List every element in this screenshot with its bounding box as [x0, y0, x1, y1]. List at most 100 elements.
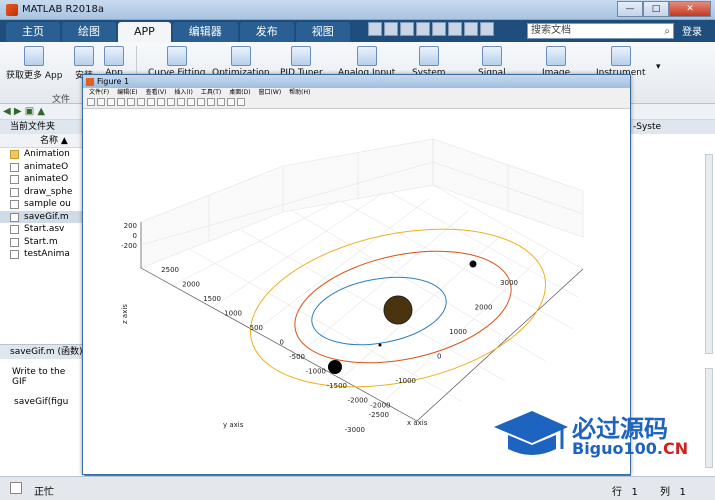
x-tick-label: 0	[437, 353, 441, 361]
copy-icon[interactable]	[400, 22, 414, 36]
file-name: animateO	[24, 174, 69, 184]
tab-plots[interactable]: 绘图	[62, 22, 116, 42]
print-icon[interactable]	[117, 98, 125, 106]
status-text: 正忙	[34, 487, 54, 498]
open-icon[interactable]	[97, 98, 105, 106]
signal-icon	[481, 46, 502, 66]
x-tick-label: -2000	[370, 402, 390, 410]
close-button[interactable]: ✕	[669, 1, 711, 17]
row-indicator: 行 1	[612, 483, 638, 498]
y-tick-label: -500	[289, 353, 305, 361]
tab-editor[interactable]: 编辑器	[172, 22, 238, 42]
figure-toolbar	[83, 97, 630, 109]
file-list-item[interactable]: animateO	[0, 173, 84, 186]
curve-fitting-icon	[166, 46, 187, 66]
vertical-scrollbar[interactable]	[705, 154, 713, 354]
data-cursor-icon[interactable]	[177, 98, 185, 106]
z-tick-label: 200	[124, 222, 137, 230]
x-tick-label: -1000	[396, 377, 416, 385]
new-figure-icon[interactable]	[87, 98, 95, 106]
watermark-english-prefix: Biguo100.	[572, 439, 663, 458]
menu-tools[interactable]: 工具(T)	[201, 88, 221, 97]
watermark-english-suffix: CN	[663, 439, 689, 458]
file-name: draw_sphe	[24, 186, 73, 197]
legend-icon[interactable]	[217, 98, 225, 106]
colorbar-icon[interactable]	[207, 98, 215, 106]
details-function[interactable]: saveGif(figu	[0, 395, 85, 409]
address-bar[interactable]	[631, 104, 715, 120]
search-placeholder: 搜索文档	[531, 25, 571, 36]
file-name: testAnima	[24, 249, 70, 259]
axes-box	[140, 138, 584, 269]
file-list-item[interactable]: Start.asv	[0, 223, 84, 236]
undo-icon[interactable]	[432, 22, 446, 36]
file-icon	[10, 237, 19, 247]
row-label: 行	[612, 487, 622, 498]
search-input[interactable]: 搜索文档 ⌕	[527, 23, 674, 39]
expand-gallery-button[interactable]: ▾	[656, 62, 661, 72]
status-indicator-icon	[10, 482, 22, 494]
link-icon[interactable]	[197, 98, 205, 106]
menu-file[interactable]: 文件(F)	[89, 88, 109, 97]
save-icon[interactable]	[368, 22, 382, 36]
menu-view[interactable]: 查看(V)	[146, 88, 167, 97]
y-tick-label: 2000	[182, 281, 200, 289]
name-column-header[interactable]: 名称 ▲	[0, 134, 84, 148]
planet-small	[378, 343, 382, 347]
dock-icon[interactable]	[237, 98, 245, 106]
switch-windows-icon[interactable]	[464, 22, 478, 36]
pan-icon[interactable]	[157, 98, 165, 106]
file-list-item[interactable]: testAnima	[0, 248, 84, 261]
x-tick-label: 1000	[449, 328, 467, 336]
cut-icon[interactable]	[384, 22, 398, 36]
navigation-toolbar[interactable]: ◀ ▶ ▣ ▲	[0, 104, 84, 120]
pid-icon	[291, 46, 312, 66]
y-tick-label: -2500	[369, 411, 389, 419]
file-list-item[interactable]: animateO	[0, 161, 84, 174]
hide-tools-icon[interactable]	[227, 98, 235, 106]
pointer-icon[interactable]	[127, 98, 135, 106]
login-link[interactable]: 登录	[682, 23, 702, 38]
file-list-item[interactable]: sample ou	[0, 198, 84, 211]
figure-menu-bar: 文件(F) 编辑(E) 查看(V) 插入(I) 工具(T) 桌面(D) 窗口(W…	[83, 88, 630, 97]
y-tick-label: -1500	[327, 382, 347, 390]
redo-icon[interactable]	[448, 22, 462, 36]
menu-desktop[interactable]: 桌面(D)	[229, 88, 250, 97]
optimization-icon	[230, 46, 251, 66]
zoom-out-icon[interactable]	[147, 98, 155, 106]
file-list-item[interactable]: Animation	[0, 148, 84, 161]
search-icon[interactable]: ⌕	[664, 25, 670, 39]
column-label: 列	[660, 487, 670, 498]
menu-insert[interactable]: 插入(I)	[174, 88, 192, 97]
save-figure-icon[interactable]	[107, 98, 115, 106]
status-bar: 正忙 行 1 列 1	[0, 476, 715, 500]
file-list-item[interactable]: saveGif.m	[0, 210, 84, 223]
paste-icon[interactable]	[416, 22, 430, 36]
tab-publish[interactable]: 发布	[239, 22, 294, 42]
get-more-apps-button[interactable]: 获取更多 App	[6, 46, 62, 81]
figure-title: Figure 1	[97, 77, 130, 86]
maximize-button[interactable]: □	[643, 1, 669, 17]
figure-title-bar[interactable]: Figure 1	[83, 75, 630, 88]
figure-icon	[86, 78, 94, 86]
vertical-scrollbar-lower[interactable]	[705, 368, 713, 468]
menu-window[interactable]: 窗口(W)	[259, 88, 282, 97]
minimize-button[interactable]: —	[617, 1, 643, 17]
file-list-item[interactable]: Start.m	[0, 236, 84, 249]
sun-sphere	[383, 295, 413, 325]
brush-icon[interactable]	[187, 98, 195, 106]
tab-apps[interactable]: APP	[118, 22, 171, 42]
rotate-icon[interactable]	[167, 98, 175, 106]
tab-view[interactable]: 视图	[295, 22, 350, 42]
image-icon	[546, 46, 567, 66]
watermark-logo: 必过源码 Biguo100.CN	[492, 405, 702, 465]
help-icon[interactable]	[480, 22, 494, 36]
y-tick-label: 2500	[161, 266, 179, 274]
zoom-in-icon[interactable]	[137, 98, 145, 106]
file-list-item[interactable]: draw_sphe	[0, 186, 84, 199]
menu-edit[interactable]: 编辑(E)	[117, 88, 137, 97]
tab-home[interactable]: 主页	[6, 22, 60, 42]
axis-lines	[140, 222, 584, 422]
menu-help[interactable]: 帮助(H)	[289, 88, 310, 97]
package-icon	[104, 46, 124, 66]
